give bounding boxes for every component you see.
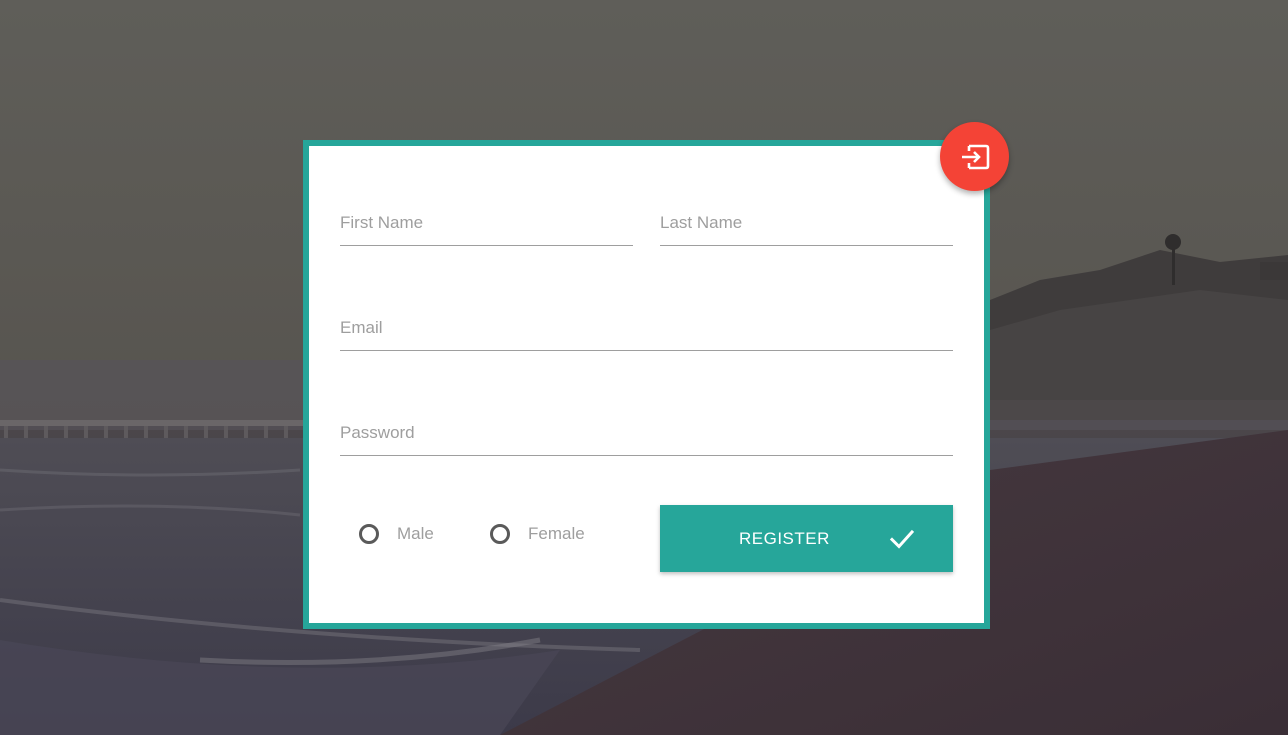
first-name-input[interactable]: [340, 201, 633, 245]
email-field[interactable]: [340, 306, 953, 351]
radio-male-label: Male: [397, 524, 434, 543]
login-icon: [961, 144, 989, 169]
last-name-input[interactable]: [660, 201, 953, 245]
gender-radio-female[interactable]: Female: [490, 524, 585, 544]
radio-female-label: Female: [528, 524, 585, 543]
first-name-field[interactable]: [340, 201, 633, 246]
registration-card: Male Female REGISTER: [303, 140, 990, 629]
register-button-label: REGISTER: [739, 529, 830, 548]
login-fab-button[interactable]: [940, 122, 1009, 191]
password-field[interactable]: [340, 411, 953, 456]
email-input[interactable]: [340, 306, 953, 350]
radio-female-circle[interactable]: [490, 524, 510, 544]
last-name-field[interactable]: [660, 201, 953, 246]
password-input[interactable]: [340, 411, 953, 455]
check-icon: [889, 529, 915, 549]
register-button[interactable]: REGISTER: [660, 505, 953, 572]
radio-male-circle[interactable]: [359, 524, 379, 544]
gender-radio-male[interactable]: Male: [359, 524, 434, 544]
